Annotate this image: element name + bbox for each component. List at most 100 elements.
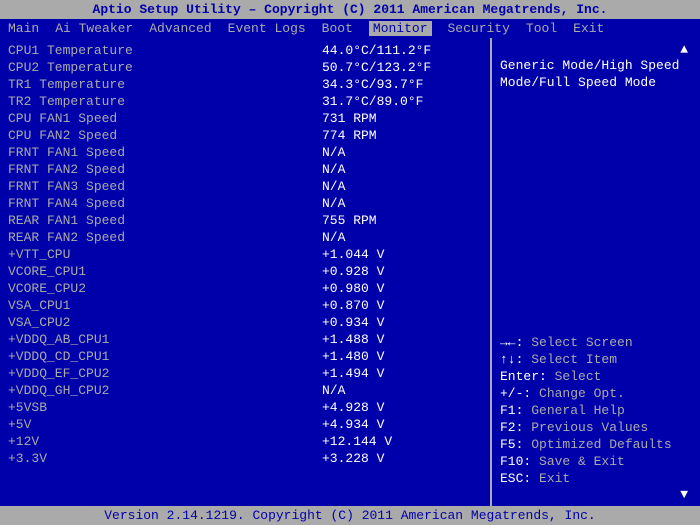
- monitor-value: +4.928 V: [322, 400, 482, 415]
- monitor-label: CPU2 Temperature: [8, 60, 168, 75]
- monitor-row: VSA_CPU1+0.870 V: [8, 297, 482, 314]
- monitor-value: +0.980 V: [322, 281, 482, 296]
- menu-item-security[interactable]: Security: [448, 21, 510, 36]
- monitor-label: FRNT FAN3 Speed: [8, 179, 168, 194]
- main-content: CPU1 Temperature44.0°C/111.2°FCPU2 Tempe…: [0, 38, 700, 506]
- footer-text: Version 2.14.1219. Copyright (C) 2011 Am…: [104, 508, 595, 523]
- menu-item-advanced[interactable]: Advanced: [149, 21, 211, 36]
- help-key: ↑↓:: [500, 352, 531, 367]
- monitor-value: N/A: [322, 179, 482, 194]
- monitor-value: 755 RPM: [322, 213, 482, 228]
- title-text: Aptio Setup Utility – Copyright (C) 2011…: [93, 2, 608, 17]
- monitor-label: +VDDQ_GH_CPU2: [8, 383, 168, 398]
- monitor-row: +VDDQ_GH_CPU2 N/A: [8, 382, 482, 399]
- menu-item-boot[interactable]: Boot: [322, 21, 353, 36]
- monitor-label: REAR FAN2 Speed: [8, 230, 168, 245]
- menu-item-ai-tweaker[interactable]: Ai Tweaker: [55, 21, 133, 36]
- monitor-row: TR2 Temperature31.7°C/89.0°F: [8, 93, 482, 110]
- monitor-value: 44.0°C/111.2°F: [322, 43, 482, 58]
- monitor-row: +VDDQ_CD_CPU1+1.480 V: [8, 348, 482, 365]
- menu-item-event-logs[interactable]: Event Logs: [228, 21, 306, 36]
- monitor-label: +5V: [8, 417, 168, 432]
- menu-item-exit[interactable]: Exit: [573, 21, 604, 36]
- monitor-row: +3.3V +3.228 V: [8, 450, 482, 467]
- monitor-label: VCORE_CPU2: [8, 281, 168, 296]
- monitor-value: N/A: [322, 230, 482, 245]
- monitor-value: N/A: [322, 383, 482, 398]
- help-key: F10:: [500, 454, 539, 469]
- help-key: Enter:: [500, 369, 555, 384]
- monitor-label: +12V: [8, 434, 168, 449]
- help-item: ESC: Exit: [500, 470, 692, 487]
- monitor-label: TR1 Temperature: [8, 77, 168, 92]
- help-key: F1:: [500, 403, 531, 418]
- monitor-label: CPU FAN2 Speed: [8, 128, 168, 143]
- help-item: Enter: Select: [500, 368, 692, 385]
- monitor-row: +5VSB +4.928 V: [8, 399, 482, 416]
- help-item: F2: Previous Values: [500, 419, 692, 436]
- menu-bar: Main Ai Tweaker Advanced Event Logs Boot Moni…: [0, 19, 700, 38]
- monitor-label: CPU FAN1 Speed: [8, 111, 168, 126]
- monitor-value: 731 RPM: [322, 111, 482, 126]
- monitor-value: 774 RPM: [322, 128, 482, 143]
- help-key: F2:: [500, 420, 531, 435]
- monitor-label: +5VSB: [8, 400, 168, 415]
- monitor-value: +1.480 V: [322, 349, 482, 364]
- right-option-item[interactable]: Generic Mode/High Speed: [500, 57, 692, 74]
- monitor-value: N/A: [322, 162, 482, 177]
- monitor-label: VCORE_CPU1: [8, 264, 168, 279]
- monitor-row: +5V +4.934 V: [8, 416, 482, 433]
- scroll-up-arrow: ▲: [500, 42, 692, 57]
- monitor-label: VSA_CPU1: [8, 298, 168, 313]
- monitor-row: CPU2 Temperature50.7°C/123.2°F: [8, 59, 482, 76]
- monitor-label: +VDDQ_EF_CPU2: [8, 366, 168, 381]
- monitor-label: +VTT_CPU: [8, 247, 168, 262]
- monitor-label: FRNT FAN1 Speed: [8, 145, 168, 160]
- menu-item-monitor[interactable]: Monitor: [369, 21, 432, 36]
- menu-item-tool[interactable]: Tool: [526, 21, 557, 36]
- monitor-row: +12V +12.144 V: [8, 433, 482, 450]
- monitor-row: REAR FAN2 Speed N/A: [8, 229, 482, 246]
- monitor-value: +1.488 V: [322, 332, 482, 347]
- monitor-row: FRNT FAN4 SpeedN/A: [8, 195, 482, 212]
- monitor-value: +0.934 V: [322, 315, 482, 330]
- help-key: →←:: [500, 335, 531, 350]
- monitor-row: CPU FAN2 Speed 774 RPM: [8, 127, 482, 144]
- monitor-label: +3.3V: [8, 451, 168, 466]
- monitor-row: +VDDQ_AB_CPU1 +1.488 V: [8, 331, 482, 348]
- monitor-value: +12.144 V: [322, 434, 482, 449]
- monitor-value: N/A: [322, 196, 482, 211]
- monitor-row: FRNT FAN1 Speed N/A: [8, 144, 482, 161]
- help-item: F1: General Help: [500, 402, 692, 419]
- footer-bar: Version 2.14.1219. Copyright (C) 2011 Am…: [0, 506, 700, 525]
- monitor-row: +VDDQ_EF_CPU2 +1.494 V: [8, 365, 482, 382]
- app: Aptio Setup Utility – Copyright (C) 2011…: [0, 0, 700, 525]
- monitor-row: TR1 Temperature 34.3°C/93.7°F: [8, 76, 482, 93]
- help-item: +/-: Change Opt.: [500, 385, 692, 402]
- monitor-value: +4.934 V: [322, 417, 482, 432]
- monitor-row: CPU1 Temperature44.0°C/111.2°F: [8, 42, 482, 59]
- right-options: Generic Mode/High SpeedMode/Full Speed M…: [500, 57, 692, 91]
- menu-item-main[interactable]: Main: [8, 21, 39, 36]
- monitor-label: TR2 Temperature: [8, 94, 168, 109]
- right-panel: ▲ Generic Mode/High SpeedMode/Full Speed…: [490, 38, 700, 506]
- help-key: ESC:: [500, 471, 539, 486]
- scroll-down-arrow: ▼: [500, 487, 692, 502]
- monitor-label: FRNT FAN2 Speed: [8, 162, 168, 177]
- monitor-row: FRNT FAN3 Speed N/A: [8, 178, 482, 195]
- monitor-row: VSA_CPU2 +0.934 V: [8, 314, 482, 331]
- monitor-row: REAR FAN1 Speed755 RPM: [8, 212, 482, 229]
- monitor-value: N/A: [322, 145, 482, 160]
- monitor-value: +1.494 V: [322, 366, 482, 381]
- help-item: ↑↓: Select Item: [500, 351, 692, 368]
- monitor-value: +3.228 V: [322, 451, 482, 466]
- right-option-item[interactable]: Mode/Full Speed Mode: [500, 74, 692, 91]
- help-item: F10: Save & Exit: [500, 453, 692, 470]
- monitor-label: +VDDQ_AB_CPU1: [8, 332, 168, 347]
- title-bar: Aptio Setup Utility – Copyright (C) 2011…: [0, 0, 700, 19]
- monitor-value: 34.3°C/93.7°F: [322, 77, 482, 92]
- monitor-label: VSA_CPU2: [8, 315, 168, 330]
- monitor-row: VCORE_CPU2 +0.980 V: [8, 280, 482, 297]
- monitor-row: +VTT_CPU+1.044 V: [8, 246, 482, 263]
- left-panel: CPU1 Temperature44.0°C/111.2°FCPU2 Tempe…: [0, 38, 490, 506]
